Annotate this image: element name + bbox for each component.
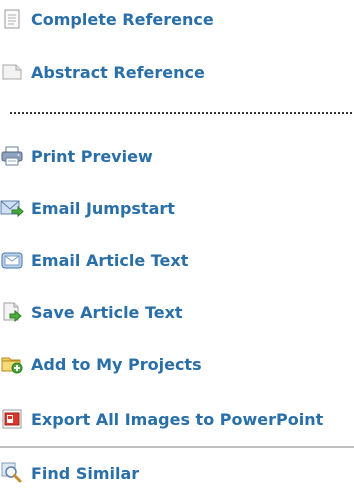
article-tools-menu: Complete Reference Abstract Reference Pr…: [0, 0, 354, 499]
find-similar-link[interactable]: Find Similar: [0, 458, 139, 488]
export-images-powerpoint-link[interactable]: Export All Images to PowerPoint: [0, 404, 323, 434]
abstract-reference-label: Abstract Reference: [31, 62, 205, 82]
solid-separator: [0, 446, 354, 448]
find-similar-label: Find Similar: [31, 463, 140, 483]
document-corner-icon: [0, 60, 24, 84]
powerpoint-icon: [0, 407, 24, 431]
complete-reference-label: Complete Reference: [31, 9, 214, 29]
add-to-my-projects-label: Add to My Projects: [31, 354, 202, 374]
magnifier-icon: [0, 461, 24, 485]
complete-reference-link[interactable]: Complete Reference: [0, 4, 214, 34]
email-icon: [0, 248, 24, 272]
email-jumpstart-label: Email Jumpstart: [31, 198, 175, 218]
save-icon: [0, 300, 24, 324]
print-preview-link[interactable]: Print Preview: [0, 141, 153, 171]
email-jumpstart-link[interactable]: Email Jumpstart: [0, 193, 175, 223]
add-to-my-projects-link[interactable]: Add to My Projects: [0, 349, 202, 379]
save-article-text-label: Save Article Text: [31, 302, 183, 322]
dotted-separator: [10, 112, 352, 114]
email-article-text-label: Email Article Text: [31, 250, 189, 270]
folder-add-icon: [0, 352, 24, 376]
email-article-text-link[interactable]: Email Article Text: [0, 245, 188, 275]
document-icon: [0, 7, 24, 31]
print-preview-label: Print Preview: [31, 146, 153, 166]
printer-icon: [0, 144, 24, 168]
email-jumpstart-icon: [0, 196, 24, 220]
abstract-reference-link[interactable]: Abstract Reference: [0, 57, 205, 87]
export-images-powerpoint-label: Export All Images to PowerPoint: [31, 409, 324, 429]
save-article-text-link[interactable]: Save Article Text: [0, 297, 183, 327]
